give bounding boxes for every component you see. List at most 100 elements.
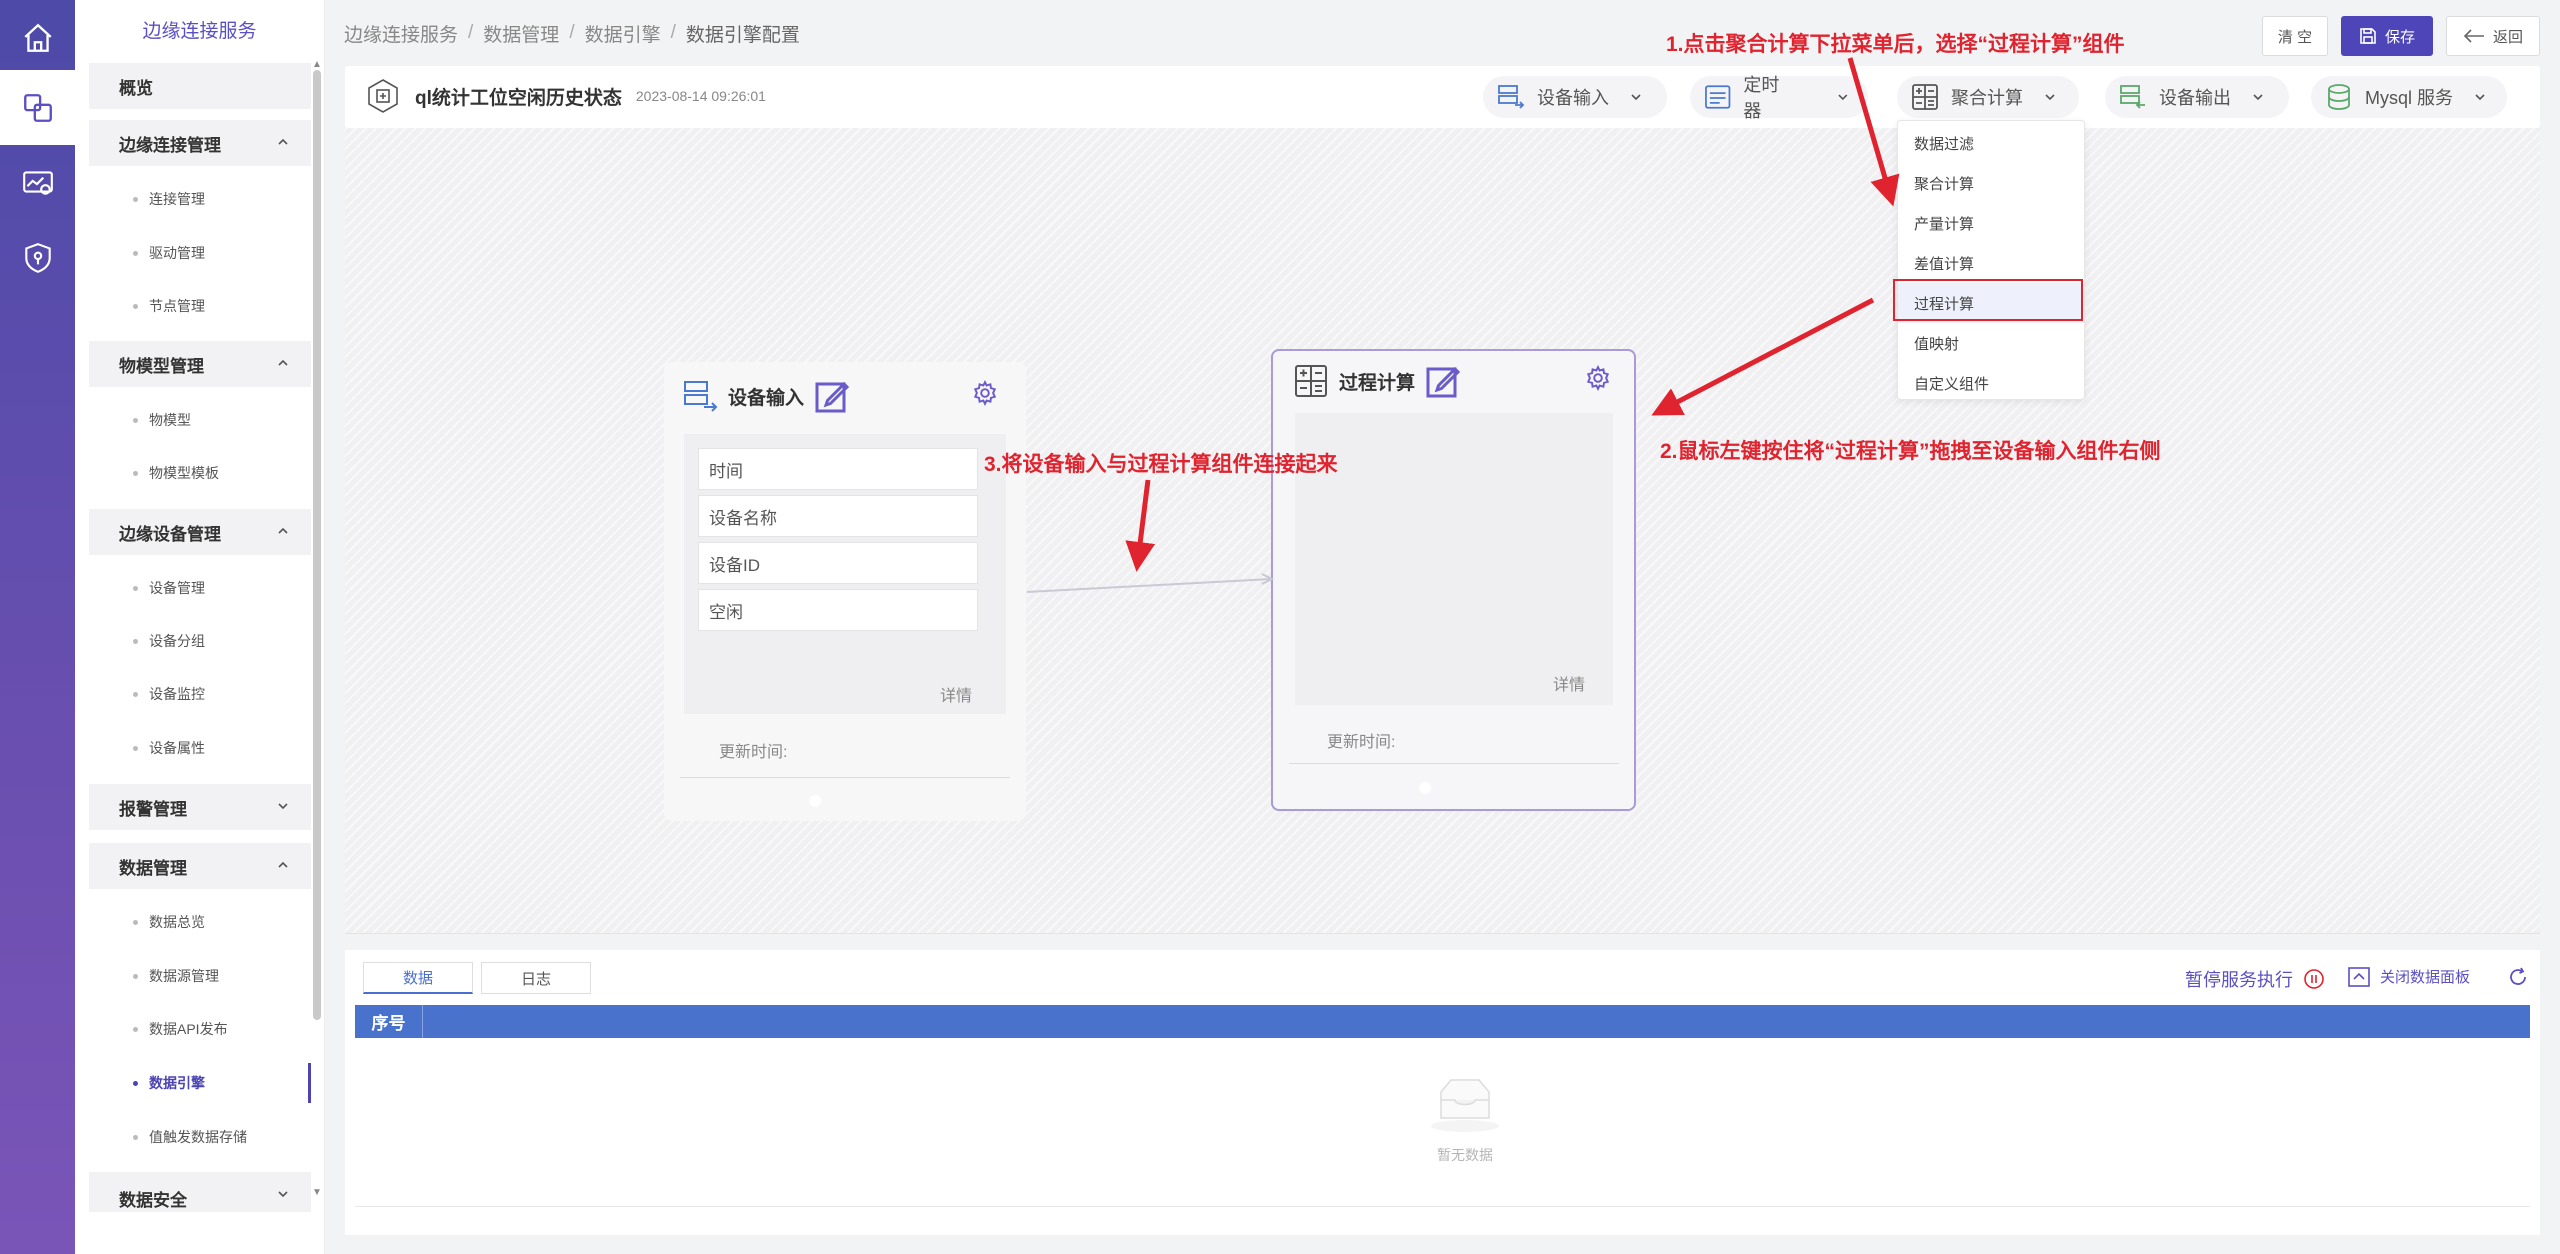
sidebar-item-connection-mgmt[interactable]: 连接管理 — [89, 179, 311, 219]
settings-gear-icon[interactable] — [1585, 365, 1611, 391]
calculator-icon — [1295, 365, 1327, 397]
sidebar-brand: 边缘连接服务 — [142, 20, 257, 42]
mysql-label: Mysql 服务 — [2365, 88, 2454, 108]
sidebar-scrollbar[interactable]: ▲ ▼ — [311, 60, 323, 1205]
sidebar-item-device-group[interactable]: 设备分组 — [89, 621, 311, 661]
sidebar-item-label: 物模型 — [149, 412, 191, 428]
sidebar-group-security[interactable]: 数据安全 — [89, 1172, 311, 1212]
device-output-label: 设备输出 — [2159, 88, 2231, 108]
sidebar-group-alarm[interactable]: 报警管理 — [89, 784, 311, 830]
back-button-label: 返回 — [2492, 28, 2523, 46]
detail-link[interactable]: 详情 — [940, 682, 972, 706]
save-button-label: 保存 — [2384, 28, 2415, 46]
settings-gear-icon[interactable] — [972, 380, 998, 406]
sidebar-item-label: 数据引擎 — [149, 1075, 205, 1091]
pause-service-label: 暂停服务执行 — [2185, 970, 2293, 990]
annotation-step1: 1.点击聚合计算下拉菜单后，选择“过程计算”组件 — [1666, 33, 2125, 56]
node-port[interactable] — [809, 795, 821, 807]
edit-icon[interactable] — [814, 378, 850, 414]
field-item[interactable]: 设备ID — [698, 542, 978, 584]
sidebar-item-label: 数据总览 — [149, 914, 205, 930]
sidebar-group-edge-connection[interactable]: 边缘连接管理 — [89, 120, 311, 166]
detail-link[interactable]: 详情 — [1553, 671, 1585, 695]
table-header: 序号 — [355, 1005, 2530, 1038]
back-button[interactable]: 返回 — [2446, 16, 2540, 56]
device-input-node[interactable]: 设备输入 时间 设备名称 设备ID 空闲 详情 更新时间: — [664, 362, 1026, 821]
node-header: 过程计算 — [1293, 363, 1461, 399]
menu-item-output-calc[interactable]: 产量计算 — [1898, 203, 2084, 243]
column-header-seq[interactable]: 序号 — [355, 1005, 423, 1038]
sidebar-item-model[interactable]: 物模型 — [89, 400, 311, 440]
close-data-panel-label: 关闭数据面板 — [2380, 969, 2471, 986]
device-input-dropdown[interactable]: 设备输入 — [1483, 76, 1667, 118]
node-port[interactable] — [1419, 782, 1431, 794]
sidebar-item-device-mgmt[interactable]: 设备管理 — [89, 568, 311, 608]
chevron-down-icon — [278, 803, 288, 810]
edit-icon[interactable] — [1425, 363, 1461, 399]
breadcrumb-item[interactable]: 边缘连接服务 — [344, 20, 458, 47]
sidebar-item-model-template[interactable]: 物模型模板 — [89, 453, 311, 493]
menu-item-diff-calc[interactable]: 差值计算 — [1898, 243, 2084, 283]
device-output-dropdown[interactable]: 设备输出 — [2105, 76, 2289, 118]
icon-rail — [0, 0, 75, 1254]
mysql-service-dropdown[interactable]: Mysql 服务 — [2311, 76, 2507, 118]
sidebar-item-device-monitor[interactable]: 设备监控 — [89, 674, 311, 714]
scroll-down-arrow-icon[interactable]: ▼ — [312, 1188, 322, 1198]
breadcrumb-item[interactable]: 数据管理 — [483, 20, 559, 47]
menu-item-value-map[interactable]: 值映射 — [1898, 323, 2084, 363]
aggregate-dropdown[interactable]: 聚合计算 — [1897, 76, 2079, 118]
sidebar-item-trigger-storage[interactable]: 值触发数据存储 — [89, 1117, 311, 1157]
breadcrumb-item[interactable]: 数据引擎 — [585, 20, 661, 47]
device-output-icon — [2120, 85, 2145, 109]
monitor-icon[interactable] — [0, 145, 75, 220]
sidebar-group-data[interactable]: 数据管理 — [89, 843, 311, 889]
sidebar-item-data-api[interactable]: 数据API发布 — [89, 1009, 311, 1049]
chevron-down-icon — [1631, 94, 1641, 101]
sidebar-item-label: 设备属性 — [149, 740, 205, 756]
save-icon — [2360, 28, 2376, 44]
menu-item-custom[interactable]: 自定义组件 — [1898, 363, 2084, 403]
sidebar-item-overview[interactable]: 概览 — [89, 63, 311, 109]
sidebar-item-data-overview[interactable]: 数据总览 — [89, 902, 311, 942]
field-item[interactable]: 设备名称 — [698, 495, 978, 537]
tab-data[interactable]: 数据 — [363, 962, 473, 994]
sidebar-item-driver-mgmt[interactable]: 驱动管理 — [89, 233, 311, 273]
sidebar-item-label: 设备管理 — [149, 580, 205, 596]
security-shield-icon[interactable] — [0, 220, 75, 295]
close-data-panel-button[interactable]: 关闭数据面板 — [2348, 966, 2470, 987]
sidebar-group-model[interactable]: 物模型管理 — [89, 341, 311, 387]
chevron-down-icon — [278, 1191, 288, 1198]
pause-service-button[interactable]: 暂停服务执行 — [2185, 966, 2325, 992]
annotation-step2: 2.鼠标左键按住将“过程计算”拖拽至设备输入组件右侧 — [1660, 440, 2161, 463]
chevron-up-icon — [278, 359, 288, 366]
scroll-up-arrow-icon[interactable]: ▲ — [312, 60, 322, 70]
menu-item-data-filter[interactable]: 数据过滤 — [1898, 123, 2084, 163]
home-icon[interactable] — [0, 0, 75, 75]
refresh-icon[interactable] — [2507, 966, 2529, 988]
sidebar-item-node-mgmt[interactable]: 节点管理 — [89, 286, 311, 326]
aggregate-label: 聚合计算 — [1951, 88, 2023, 108]
clear-button[interactable]: 清 空 — [2262, 16, 2328, 56]
sidebar-item-label: 数据源管理 — [149, 968, 219, 984]
sidebar-item-data-engine[interactable]: 数据引擎 — [89, 1063, 311, 1103]
sidebar-group-label: 报警管理 — [119, 799, 187, 819]
sidebar-item-label: 连接管理 — [149, 191, 205, 207]
edge-service-icon[interactable] — [0, 70, 75, 145]
node-divider — [1289, 763, 1619, 764]
sidebar-item-datasource-mgmt[interactable]: 数据源管理 — [89, 956, 311, 996]
sidebar-group-device[interactable]: 边缘设备管理 — [89, 509, 311, 555]
node-title: 过程计算 — [1339, 372, 1416, 394]
process-calc-node[interactable]: 过程计算 详情 更新时间: — [1271, 349, 1636, 811]
tab-log[interactable]: 日志 — [481, 962, 591, 994]
field-item[interactable]: 空闲 — [698, 589, 978, 631]
timer-dropdown[interactable]: 定时器 — [1690, 75, 1868, 121]
sidebar-item-device-attribute[interactable]: 设备属性 — [89, 728, 311, 768]
save-button[interactable]: 保存 — [2341, 16, 2433, 56]
device-input-label: 设备输入 — [1537, 88, 1609, 108]
device-input-icon — [684, 381, 718, 412]
aggregate-dropdown-menu: 数据过滤 聚合计算 产量计算 差值计算 过程计算 值映射 自定义组件 — [1897, 120, 2085, 400]
chevron-down-icon — [2253, 94, 2263, 101]
scrollbar-thumb[interactable] — [313, 70, 321, 1020]
menu-item-aggregate[interactable]: 聚合计算 — [1898, 163, 2084, 203]
field-item[interactable]: 时间 — [698, 448, 978, 490]
